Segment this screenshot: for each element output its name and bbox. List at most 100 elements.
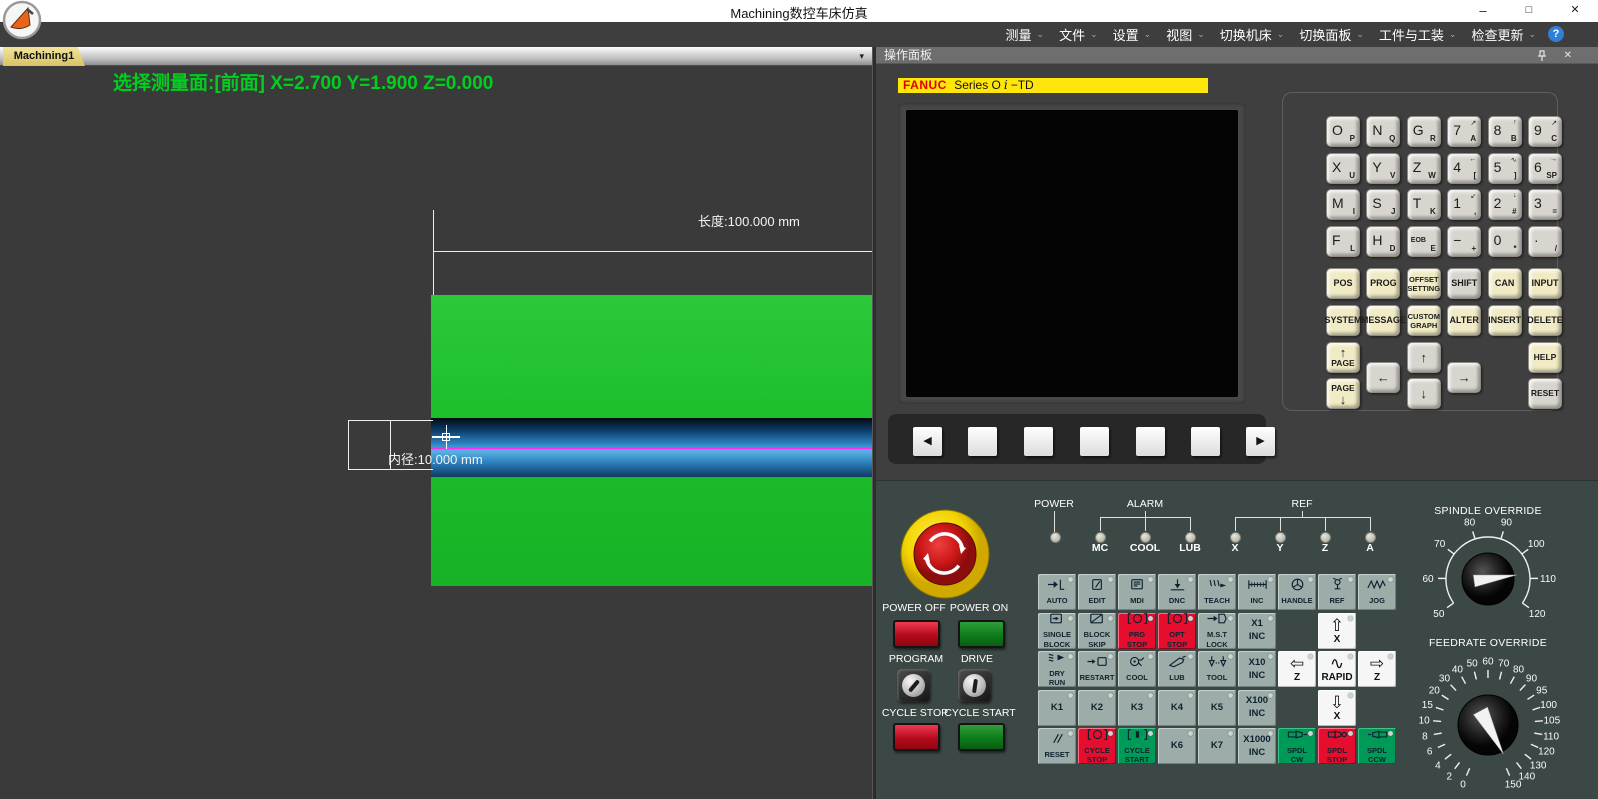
button-inc[interactable]: INC xyxy=(1238,574,1276,610)
emergency-stop-button[interactable] xyxy=(899,508,991,600)
key-eob-e[interactable]: EOBE xyxy=(1407,226,1441,257)
key-cursor-left[interactable]: ← xyxy=(1366,362,1400,393)
key-shift[interactable]: SHIFT xyxy=(1447,268,1481,299)
button-jog-right-z[interactable]: ⇨Z xyxy=(1358,651,1396,687)
button-spdl-stop[interactable]: SPDLSTOP xyxy=(1318,728,1356,764)
key-9-c[interactable]: 9C↗ xyxy=(1528,116,1562,147)
key-cursor-down[interactable]: ↓ xyxy=(1407,378,1441,409)
key-reset[interactable]: RESET xyxy=(1528,378,1562,409)
pin-icon[interactable] xyxy=(1536,50,1550,62)
key-t-k[interactable]: TK xyxy=(1407,189,1441,220)
key-minus[interactable]: −+ xyxy=(1447,226,1481,257)
key-8-b[interactable]: 8B↑ xyxy=(1488,116,1522,147)
key-7-a[interactable]: 7A↗ xyxy=(1447,116,1481,147)
cycle-start-button[interactable] xyxy=(958,723,1005,751)
button-edit[interactable]: EDIT xyxy=(1078,574,1116,610)
key-0[interactable]: 0* xyxy=(1488,226,1522,257)
button-jog[interactable]: JOG xyxy=(1358,574,1396,610)
key-page-up[interactable]: ↑PAGE xyxy=(1326,342,1360,373)
machining-viewport[interactable]: 选择测量面:[前面] X=2.700 Y=1.900 Z=0.000 长度:10… xyxy=(0,66,872,799)
button-k1[interactable]: K1 xyxy=(1038,690,1076,726)
help-icon[interactable]: ? xyxy=(1548,26,1564,42)
menu-item-[interactable]: 检查更新⌄ xyxy=(1471,25,1536,44)
button-spdl-cw[interactable]: SPDLCW xyxy=(1278,728,1316,764)
menu-item-[interactable]: 切换机床⌄ xyxy=(1220,25,1285,44)
button-dry-run[interactable]: DRYRUN xyxy=(1038,651,1076,687)
menu-item-[interactable]: 工件与工装⌄ xyxy=(1379,25,1457,44)
softkey-blank-button[interactable] xyxy=(1080,427,1109,456)
key-cursor-right[interactable]: → xyxy=(1447,362,1481,393)
button-handle[interactable]: HANDLE xyxy=(1278,574,1316,610)
button-x10-inc[interactable]: X10INC xyxy=(1238,651,1276,687)
power-off-button[interactable] xyxy=(893,620,940,648)
button-x100-inc[interactable]: X100INC xyxy=(1238,690,1276,726)
menu-item-[interactable]: 切换面板⌄ xyxy=(1299,25,1364,44)
key-1[interactable]: 1,↙ xyxy=(1447,189,1481,220)
key-input[interactable]: INPUT xyxy=(1528,268,1562,299)
softkey-blank-button[interactable] xyxy=(968,427,997,456)
key-help[interactable]: HELP xyxy=(1528,342,1562,373)
key-5[interactable]: 5]∿ xyxy=(1488,153,1522,184)
menu-item-[interactable]: 设置⌄ xyxy=(1113,25,1152,44)
tab-machining1[interactable]: Machining1 xyxy=(3,47,85,66)
button-auto[interactable]: AUTO xyxy=(1038,574,1076,610)
softkey-blank-button[interactable] xyxy=(1024,427,1053,456)
softkey-blank-button[interactable] xyxy=(1191,427,1220,456)
button-prg-stop[interactable]: PRGSTOP xyxy=(1118,613,1156,649)
button-spdl-ccw[interactable]: SPDLCCW xyxy=(1358,728,1396,764)
power-on-button[interactable] xyxy=(958,620,1005,648)
button-cycle-stop[interactable]: CYCLESTOP xyxy=(1078,728,1116,764)
button-ref[interactable]: REF xyxy=(1318,574,1356,610)
softkey-right-arrow-button[interactable]: ▶ xyxy=(1246,427,1275,456)
panel-close-icon[interactable]: ✕ xyxy=(1564,47,1572,64)
button-block-skip[interactable]: BLOCKSKIP xyxy=(1078,613,1116,649)
button-lub[interactable]: LUB xyxy=(1158,651,1196,687)
key-4[interactable]: 4[← xyxy=(1447,153,1481,184)
key-n-q[interactable]: NQ xyxy=(1366,116,1400,147)
key-m-i[interactable]: MI xyxy=(1326,189,1360,220)
program-keyswitch[interactable] xyxy=(897,669,930,702)
button-jog-left-z[interactable]: ⇦Z xyxy=(1278,651,1316,687)
key-cursor-up[interactable]: ↑ xyxy=(1407,342,1441,373)
close-button[interactable]: ✕ xyxy=(1552,0,1598,22)
softkey-blank-button[interactable] xyxy=(1136,427,1165,456)
softkey-left-arrow-button[interactable]: ◀ xyxy=(913,427,942,456)
key-prog[interactable]: PROG xyxy=(1366,268,1400,299)
key-system[interactable]: SYSTEM xyxy=(1326,305,1360,336)
button-k2[interactable]: K2 xyxy=(1078,690,1116,726)
key-6-sp[interactable]: 6SP→ xyxy=(1528,153,1562,184)
drive-keyswitch[interactable] xyxy=(958,669,991,702)
button-single-block[interactable]: SINGLEBLOCK xyxy=(1038,613,1076,649)
button-opt-stop[interactable]: OPTSTOP xyxy=(1158,613,1196,649)
key-page-down[interactable]: PAGE↓ xyxy=(1326,378,1360,409)
maximize-button[interactable]: □ xyxy=(1506,0,1552,22)
key-message[interactable]: MESSAGE xyxy=(1366,305,1400,336)
tab-list-dropdown-icon[interactable]: ▾ xyxy=(859,51,864,62)
key-s-j[interactable]: SJ xyxy=(1366,189,1400,220)
feedrate-override-dial[interactable]: 0246810152030405060708090951001051101201… xyxy=(1408,647,1568,799)
key-g-r[interactable]: GR xyxy=(1407,116,1441,147)
key-pos[interactable]: POS xyxy=(1326,268,1360,299)
button-m-s-t-lock[interactable]: M.S.TLOCK xyxy=(1198,613,1236,649)
button-k7[interactable]: K7 xyxy=(1198,728,1236,764)
key-f-l[interactable]: FL xyxy=(1326,226,1360,257)
button-k3[interactable]: K3 xyxy=(1118,690,1156,726)
cycle-stop-button[interactable] xyxy=(893,723,940,751)
button-x1-inc[interactable]: X1INC xyxy=(1238,613,1276,649)
button-teach[interactable]: TEACH xyxy=(1198,574,1236,610)
button-mdi[interactable]: MDI xyxy=(1118,574,1156,610)
key-dot[interactable]: ·/ xyxy=(1528,226,1562,257)
key-h-d[interactable]: HD xyxy=(1366,226,1400,257)
key-custom-graph[interactable]: CUSTOMGRAPH xyxy=(1407,305,1441,336)
button-k4[interactable]: K4 xyxy=(1158,690,1196,726)
key-offset-setting[interactable]: OFFSETSETTING xyxy=(1407,268,1441,299)
key-insert[interactable]: INSERT xyxy=(1488,305,1522,336)
button-tool[interactable]: TOOL xyxy=(1198,651,1236,687)
button-jog-up-x[interactable]: ⇧X xyxy=(1318,613,1356,649)
button-dnc[interactable]: DNC xyxy=(1158,574,1196,610)
button-k5[interactable]: K5 xyxy=(1198,690,1236,726)
button-k6[interactable]: K6 xyxy=(1158,728,1196,764)
spindle-override-dial[interactable]: 5060708090100110120 xyxy=(1413,514,1563,626)
button-jog-down-x[interactable]: ⇩X xyxy=(1318,690,1356,726)
button-rapid[interactable]: ∿RAPID xyxy=(1318,651,1356,687)
